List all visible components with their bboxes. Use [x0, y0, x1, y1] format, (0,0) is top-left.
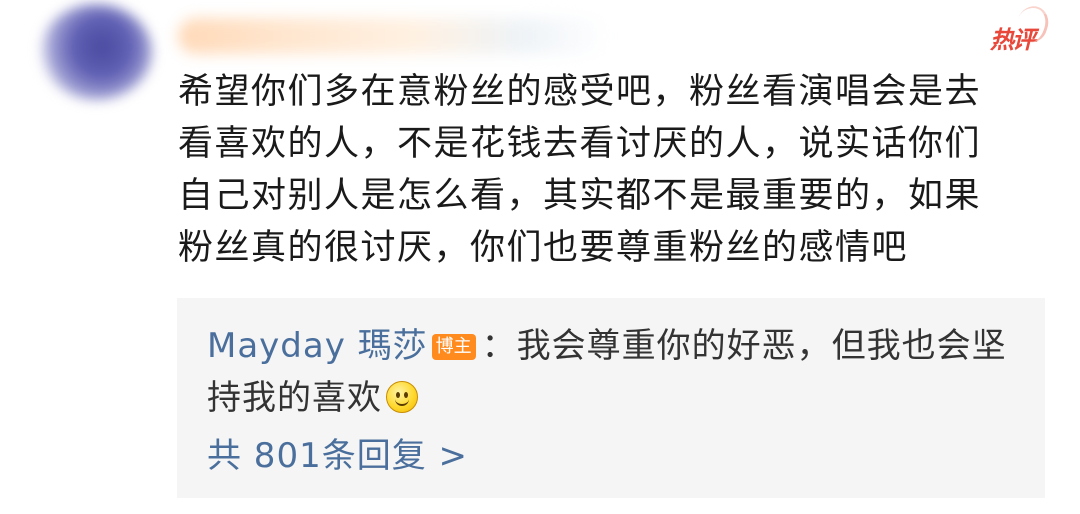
avatar[interactable]: [40, 4, 152, 100]
comment-line-3: 自己对别人是怎么看，其实都不是最重要的，如果: [178, 176, 982, 216]
reply-text-line-2: 持我的喜欢: [207, 378, 382, 418]
comment-line-4: 粉丝真的很讨厌，你们也要尊重粉丝的感情吧: [178, 228, 909, 268]
reply-preview-box[interactable]: Mayday 瑪莎 博主 ：我会尊重你的好恶，但我也会坚持我的喜欢 共 801条回复…: [177, 298, 1045, 498]
comment-card: 热评 希望你们多在意粉丝的感受吧，粉丝看演唱会是去 看喜欢的人，不是花钱去看讨厌的…: [0, 0, 1080, 514]
reply-author-link[interactable]: Mayday 瑪莎: [207, 326, 428, 366]
hot-comment-badge: 热评: [990, 2, 1053, 55]
author-badge: 博主: [431, 334, 476, 360]
comment-line-2: 看喜欢的人，不是花钱去看讨厌的人，说实话你们: [178, 124, 982, 164]
view-replies-link[interactable]: 共 801条回复 >: [207, 432, 468, 480]
username-blurred[interactable]: [178, 18, 608, 54]
reply-separator: ：: [481, 326, 517, 366]
comment-text: 希望你们多在意粉丝的感受吧，粉丝看演唱会是去 看喜欢的人，不是花钱去看讨厌的人，说…: [178, 66, 1038, 274]
reply-text: Mayday 瑪莎 博主 ：我会尊重你的好恶，但我也会坚持我的喜欢: [207, 320, 1027, 424]
comment-line-1: 希望你们多在意粉丝的感受吧，粉丝看演唱会是去: [178, 72, 982, 112]
smiley-face-icon: [386, 381, 418, 413]
reply-text-line-1: 我会尊重你的好恶，但我也会坚: [516, 326, 1007, 366]
